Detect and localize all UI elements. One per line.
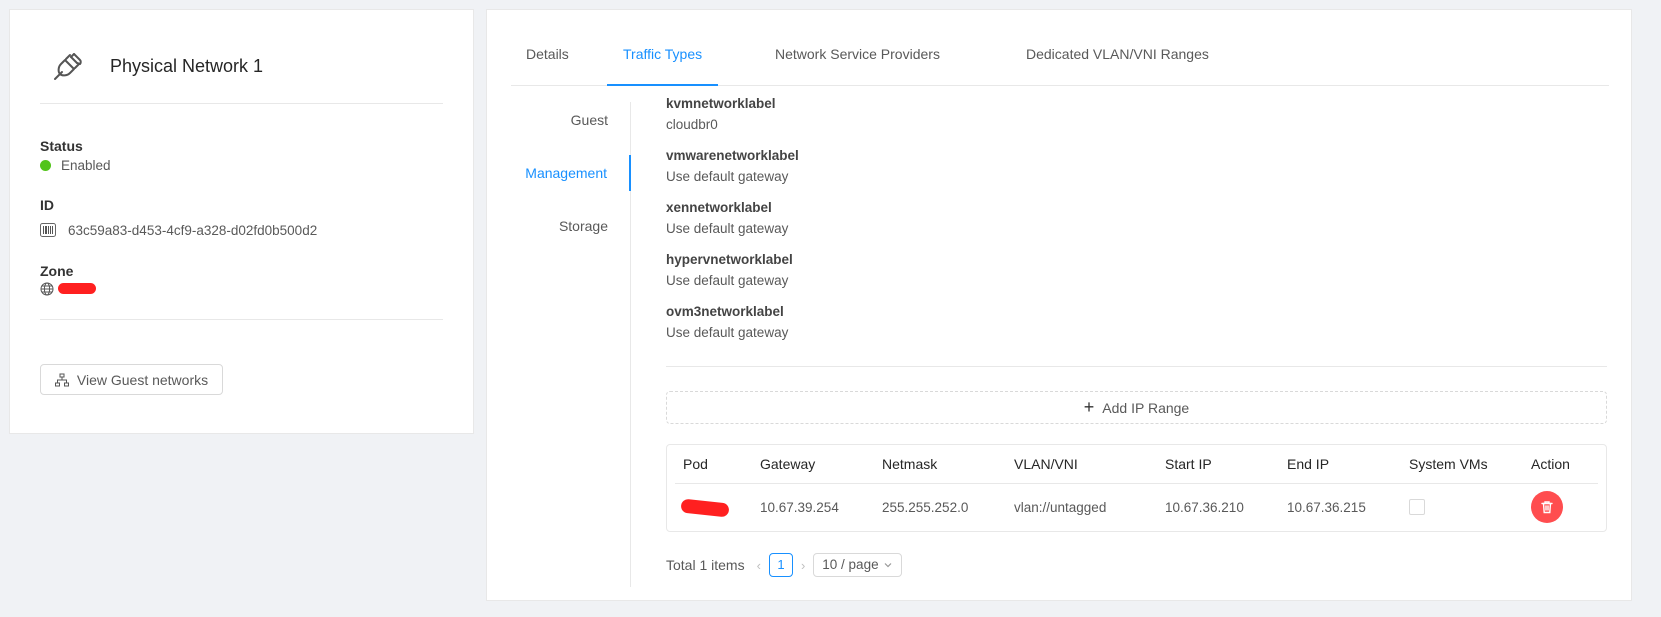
barcode-icon [40,222,56,238]
divider [40,319,443,320]
prev-page-icon[interactable]: ‹ [757,558,761,573]
cluster-icon [54,373,69,386]
divider [40,103,443,104]
start-ip-cell: 10.67.36.210 [1165,500,1244,515]
add-ip-range-button[interactable]: + Add IP Range [666,391,1607,424]
network-summary-card: Physical Network 1 Status Enabled ID 63c… [9,9,474,434]
network-title-row: Physical Network 1 [46,44,263,88]
column-header: End IP [1287,456,1330,472]
label-value: cloudbr0 [666,117,718,132]
vlan-cell: vlan://untagged [1014,500,1107,515]
label-value: Use default gateway [666,273,789,288]
zone-link-redacted[interactable] [58,280,96,297]
column-header: System VMs [1409,456,1488,472]
tab-traffic-types[interactable]: Traffic Types [607,36,719,86]
column-header: Start IP [1165,456,1212,472]
status-label: Status [40,138,83,154]
label-value: Use default gateway [666,325,789,340]
zone-label: Zone [40,263,74,279]
label-value: Use default gateway [666,169,789,184]
tab-details[interactable]: Details [526,36,569,86]
status-value: Enabled [40,158,111,173]
plus-icon: + [1083,397,1095,417]
gateway-cell: 10.67.39.254 [760,500,839,515]
netmask-cell: 255.255.252.0 [882,500,969,515]
network-id: 63c59a83-d453-4cf9-a328-d02fd0b500d2 [68,222,318,238]
column-header: Netmask [882,456,938,472]
delete-ip-range-button[interactable] [1531,491,1563,523]
pagination: Total 1 items ‹ 1 › 10 / page [666,553,902,577]
label-key: ovm3networklabel [666,304,784,319]
tab-dedicated-vlan-ranges[interactable]: Dedicated VLAN/VNI Ranges [1026,36,1209,86]
ip-range-table: Pod Gateway Netmask VLAN/VNI Start IP En… [666,444,1607,532]
pod-cell-redacted[interactable] [680,485,730,530]
id-value: 63c59a83-d453-4cf9-a328-d02fd0b500d2 [40,222,317,238]
column-header: Action [1531,456,1570,472]
network-name: Physical Network 1 [110,55,264,76]
chevron-down-icon [884,563,892,568]
column-header: Gateway [760,456,816,472]
page-number[interactable]: 1 [768,553,793,577]
zone-value [40,280,96,297]
tab-network-service-providers[interactable]: Network Service Providers [775,36,940,86]
traffic-tab-guest[interactable]: Guest [520,102,630,138]
globe-icon [40,282,54,296]
column-header: Pod [683,456,708,472]
detail-tabs: Details Traffic Types Network Service Pr… [511,36,1609,86]
system-vms-checkbox[interactable] [1409,499,1425,515]
status-text: Enabled [61,158,111,173]
traffic-tab-storage[interactable]: Storage [520,208,630,244]
label-value: Use default gateway [666,221,789,236]
traffic-tab-management[interactable]: Management [521,155,631,191]
status-dot-icon [40,160,51,171]
view-guest-networks-button[interactable]: View Guest networks [40,364,223,395]
page-size-value: 10 / page [822,557,879,572]
id-label: ID [40,197,54,213]
divider [666,366,1607,367]
total-items: Total 1 items [666,557,745,573]
end-ip-cell: 10.67.36.215 [1287,500,1366,515]
add-ip-range-label: Add IP Range [1102,399,1190,416]
label-key: kvmnetworklabel [666,96,776,111]
next-page-icon[interactable]: › [801,558,805,573]
header-divider [675,483,1598,484]
traffic-type-tabs: Guest Management Storage [511,102,631,587]
trash-icon [1541,501,1553,514]
label-key: xennetworklabel [666,200,772,215]
column-header: VLAN/VNI [1014,456,1078,472]
label-key: hypervnetworklabel [666,252,793,267]
view-guest-networks-label: View Guest networks [76,371,209,388]
plug-icon [46,44,90,88]
page-size-select[interactable]: 10 / page [813,553,902,577]
label-key: vmwarenetworklabel [666,148,799,163]
